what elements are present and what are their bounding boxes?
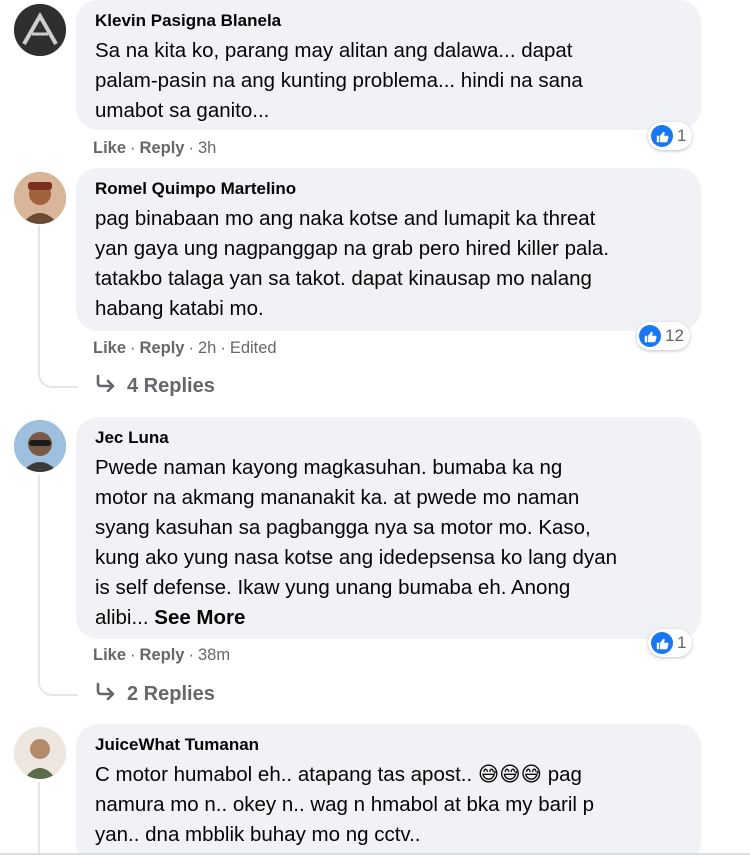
comment-actions: Like · Reply · 38m [93, 646, 230, 665]
avatar[interactable] [14, 420, 66, 472]
comment-timestamp[interactable]: 2h [198, 339, 216, 358]
reply-arrow-icon [95, 682, 117, 706]
like-button[interactable]: Like [93, 646, 126, 665]
comment-author[interactable]: Romel Quimpo Martelino [95, 178, 681, 200]
avatar-image [14, 172, 66, 224]
reply-button[interactable]: Reply [140, 339, 185, 358]
like-button[interactable]: Like [93, 339, 126, 358]
avatar-image [14, 727, 66, 779]
reply-arrow-icon [95, 374, 117, 398]
comment-bubble: JuiceWhat Tumanan C motor humabol eh.. a… [76, 724, 701, 855]
comment-text: pag binabaan mo ang naka kotse and lumap… [95, 207, 610, 320]
comment-text-part: pag [542, 763, 582, 786]
view-replies-button[interactable]: 2 Replies [95, 682, 215, 706]
avatar[interactable] [14, 172, 66, 224]
thread-line [38, 225, 40, 370]
comment-text: C motor humabol eh.. atapang tas apost..… [95, 760, 681, 850]
comment-text: Sa na kita ko, parang may alitan ang dal… [95, 39, 583, 122]
separator: · [188, 646, 194, 664]
comment-timestamp[interactable]: 3h [198, 139, 216, 158]
like-button[interactable]: Like [93, 139, 126, 158]
separator: · [130, 139, 136, 157]
thread-line [38, 475, 40, 678]
reaction-badge[interactable]: 1 [648, 122, 693, 150]
comment-author[interactable]: Klevin Pasigna Blanela [95, 10, 681, 32]
replies-count: 2 Replies [127, 682, 215, 705]
thread-connector [38, 678, 78, 696]
avatar[interactable] [14, 4, 66, 56]
comment-timestamp[interactable]: 38m [198, 646, 230, 665]
avatar[interactable] [14, 727, 66, 779]
reply-button[interactable]: Reply [140, 139, 185, 158]
see-more-link[interactable]: See More [154, 606, 245, 629]
comment-text-part: C motor humabol eh.. atapang tas apost.. [95, 763, 478, 786]
comment-text: Pwede naman kayong magkasuhan. bumaba ka… [95, 453, 681, 633]
separator: · [220, 339, 226, 357]
emoji-group: 😅😅😅 [477, 763, 543, 786]
separator: · [130, 339, 136, 357]
thumbs-up-icon [651, 632, 673, 654]
reaction-count: 1 [677, 126, 687, 145]
comment-actions: Like · Reply · 3h [93, 139, 216, 158]
edited-label[interactable]: Edited [230, 339, 277, 358]
comment-text-part: namura mo n.. okey n.. wag n hmabol at b… [95, 793, 595, 846]
thumbs-up-icon [639, 325, 661, 347]
separator: · [130, 646, 136, 664]
comment-author[interactable]: JuiceWhat Tumanan [95, 734, 681, 756]
reaction-badge[interactable]: 12 [636, 322, 690, 350]
view-replies-button[interactable]: 4 Replies [95, 374, 215, 398]
replies-count: 4 Replies [127, 374, 215, 397]
comment-text-body: Pwede naman kayong magkasuhan. bumaba ka… [95, 456, 617, 629]
reply-button[interactable]: Reply [140, 646, 185, 665]
reaction-count: 12 [665, 326, 684, 345]
comment-actions: Like · Reply · 2h · Edited [93, 339, 277, 358]
separator: · [188, 339, 194, 357]
comment-bubble: Jec Luna Pwede naman kayong magkasuhan. … [76, 417, 701, 639]
comment-bubble: Klevin Pasigna Blanela Sa na kita ko, pa… [76, 0, 701, 130]
thumbs-up-icon [651, 125, 673, 147]
comment-author[interactable]: Jec Luna [95, 427, 681, 449]
comment-bubble: Romel Quimpo Martelino pag binabaan mo a… [76, 168, 701, 331]
thread-line [38, 782, 40, 855]
reaction-badge[interactable]: 1 [648, 629, 693, 657]
separator: · [188, 139, 194, 157]
reaction-count: 1 [677, 633, 687, 652]
thread-connector [38, 370, 78, 388]
avatar-image [14, 420, 66, 472]
avatar-image [14, 4, 66, 56]
